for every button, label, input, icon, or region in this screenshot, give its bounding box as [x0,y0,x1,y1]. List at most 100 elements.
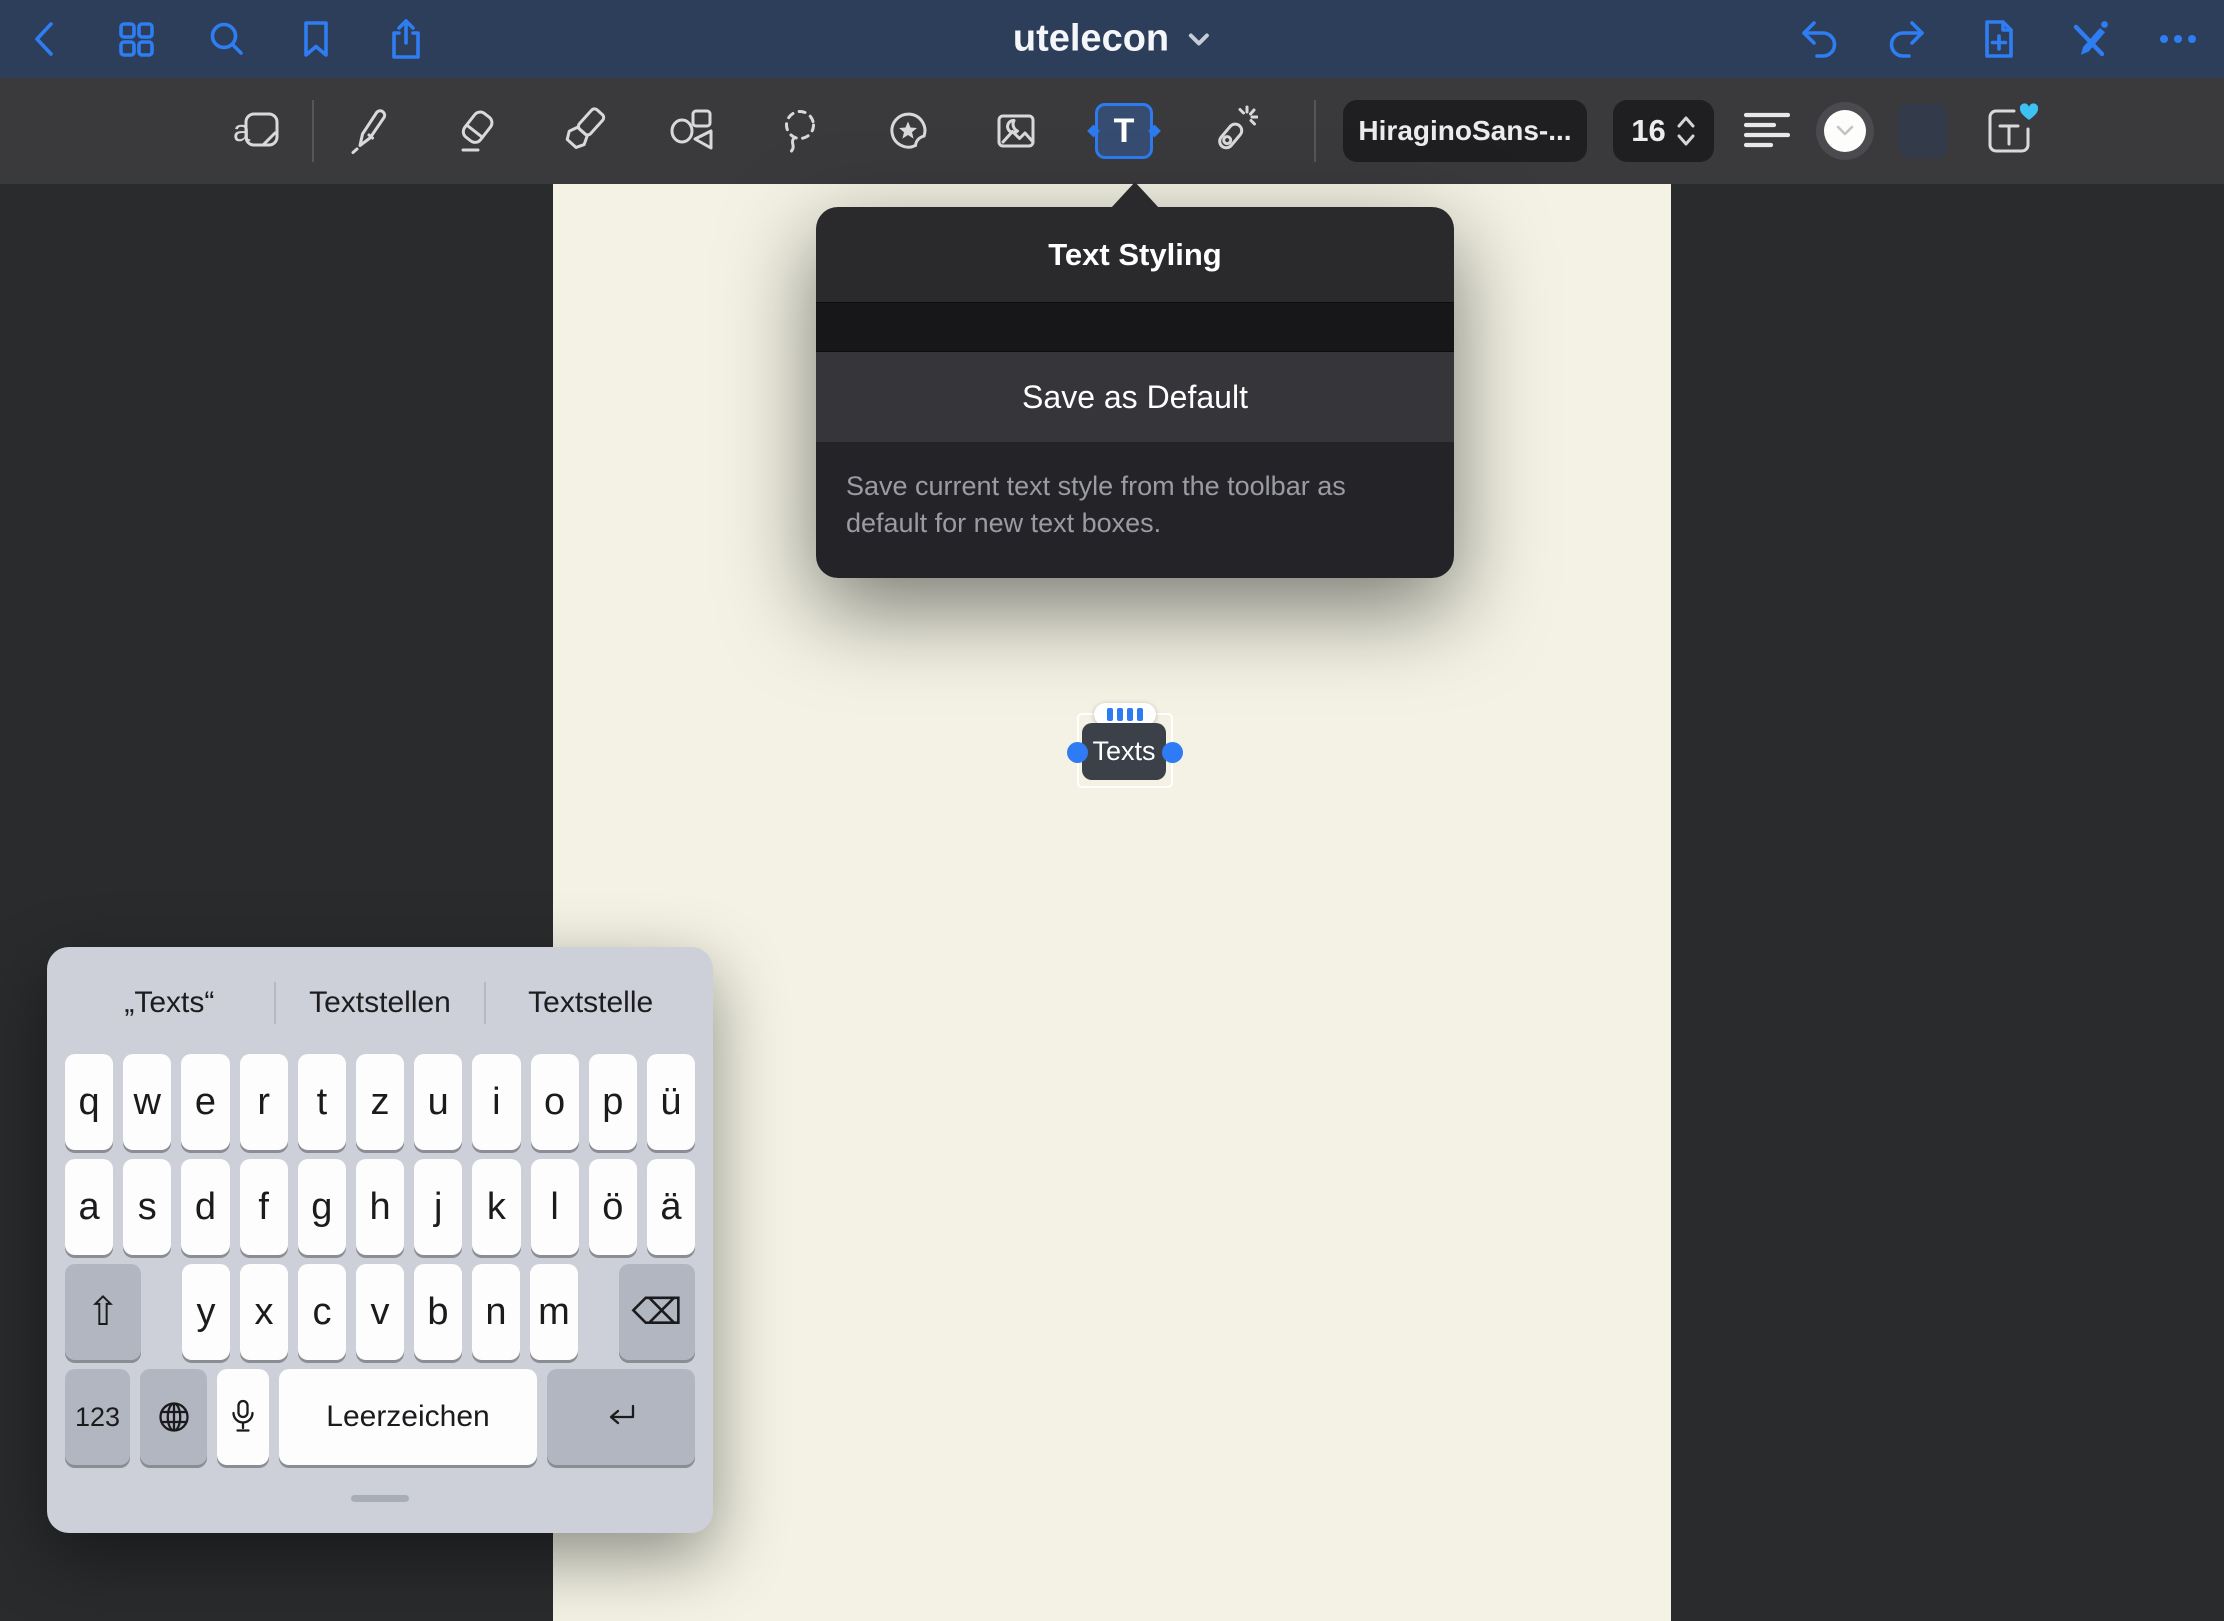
pen-tool[interactable] [314,78,422,184]
key-ae[interactable]: ä [647,1159,695,1255]
keyboard-row-3: ⇧ y x c v b n m ⌫ [65,1264,695,1360]
svg-text:a: a [233,113,251,148]
text-styling-popover: Text Styling Save as Default Save curren… [816,207,1454,578]
text-color-button[interactable] [1816,102,1874,160]
redo-button[interactable] [1884,15,1932,63]
key-u[interactable]: u [414,1054,462,1150]
sticker-icon [882,105,934,157]
key-ue[interactable]: ü [647,1054,695,1150]
keyboard-row-1: q w e r t z u i o p ü [65,1054,695,1150]
space-key[interactable]: Leerzeichen [279,1369,537,1465]
globe-icon [157,1400,191,1434]
photo-tool[interactable] [962,78,1070,184]
popover-description: Save current text style from the toolbar… [816,442,1454,578]
eraser-tool[interactable] [422,78,530,184]
font-family-button[interactable]: HiraginoSans-... [1343,100,1587,162]
key-p[interactable]: p [589,1054,637,1150]
pan-mode-tool[interactable]: a [204,78,312,184]
shapes-tool[interactable] [638,78,746,184]
undo-button[interactable] [1794,15,1842,63]
popover-section-divider [816,302,1454,352]
share-button[interactable] [382,15,430,63]
key-t[interactable]: t [298,1054,346,1150]
add-page-button[interactable] [1974,15,2022,63]
search-button[interactable] [202,15,250,63]
key-o[interactable]: o [531,1054,579,1150]
key-y[interactable]: y [182,1264,230,1360]
key-k[interactable]: k [472,1159,520,1255]
globe-key[interactable] [140,1369,207,1465]
laser-pointer-icon [1206,105,1258,157]
save-as-default-button[interactable]: Save as Default [816,352,1454,442]
key-g[interactable]: g [298,1159,346,1255]
stylus-toggle-button[interactable] [2064,15,2112,63]
resize-handle-left[interactable] [1067,742,1088,763]
key-w[interactable]: w [123,1054,171,1150]
return-key[interactable] [547,1369,695,1465]
popover-title: Text Styling [816,207,1454,302]
return-icon [603,1401,639,1433]
stickers-tool[interactable] [854,78,962,184]
laser-pointer-tool[interactable] [1178,78,1286,184]
resize-handle-right[interactable] [1162,742,1183,763]
key-oe[interactable]: ö [589,1159,637,1255]
text-options-group: HiraginoSans-... 16 [1316,100,2038,162]
key-d[interactable]: d [181,1159,229,1255]
favorite-text-style-button[interactable] [1984,103,2038,159]
document-title-text: utelecon [1013,18,1169,61]
key-s[interactable]: s [123,1159,171,1255]
keyboard-row-2: a s d f g h j k l ö ä [65,1159,695,1255]
key-q[interactable]: q [65,1054,113,1150]
text-align-button[interactable] [1744,108,1790,154]
drag-handle-bar [1137,708,1143,721]
key-a[interactable]: a [65,1159,113,1255]
shift-icon: ⇧ [86,1289,120,1335]
thumbnails-button[interactable] [112,15,160,63]
dictation-key[interactable] [217,1369,269,1465]
key-h[interactable]: h [356,1159,404,1255]
back-button[interactable] [22,15,70,63]
shapes-icon [666,105,718,157]
bookmark-button[interactable] [292,15,340,63]
topbar-left-group [22,15,472,63]
key-l[interactable]: l [531,1159,579,1255]
font-size-stepper[interactable]: 16 [1613,100,1714,162]
chevron-down-icon [1187,30,1211,48]
app-root: utelecon a [0,0,2224,1621]
search-icon [203,16,249,62]
numbers-key[interactable]: 123 [65,1369,130,1465]
more-options-button[interactable] [2154,15,2202,63]
key-n[interactable]: n [472,1264,520,1360]
shift-key[interactable]: ⇧ [65,1264,141,1360]
lasso-tool[interactable] [746,78,854,184]
key-j[interactable]: j [414,1159,462,1255]
key-e[interactable]: e [181,1054,229,1150]
text-tool[interactable]: T [1070,78,1178,184]
keyboard-row-4: 123 Leerzeichen [65,1369,695,1465]
key-f[interactable]: f [240,1159,288,1255]
key-v[interactable]: v [356,1264,404,1360]
suggestion-1[interactable]: Textstellen [276,986,485,1020]
selected-tool-right-marker [1148,125,1161,138]
fill-color-swatch[interactable] [1898,104,1948,158]
key-r[interactable]: r [240,1054,288,1150]
document-title[interactable]: utelecon [1013,18,1211,61]
textbox-selection-frame[interactable]: Texts [1077,713,1173,788]
suggestion-2[interactable]: Textstelle [486,986,695,1020]
suggestion-literal[interactable]: „Texts“ [65,986,274,1020]
text-box[interactable]: Texts [1082,723,1166,780]
key-b[interactable]: b [414,1264,462,1360]
highlighter-tool[interactable] [530,78,638,184]
key-x[interactable]: x [240,1264,288,1360]
undo-icon [1795,16,1841,62]
floating-keyboard: „Texts“ Textstellen Textstelle q w e r t… [47,947,713,1533]
key-i[interactable]: i [472,1054,520,1150]
stepper-chevrons-icon [1676,113,1696,149]
key-z[interactable]: z [356,1054,404,1150]
keyboard-drag-bar[interactable] [351,1495,409,1502]
drag-handle-bar [1117,708,1123,721]
backspace-key[interactable]: ⌫ [619,1264,695,1360]
key-m[interactable]: m [530,1264,578,1360]
pen-icon [342,105,394,157]
key-c[interactable]: c [298,1264,346,1360]
